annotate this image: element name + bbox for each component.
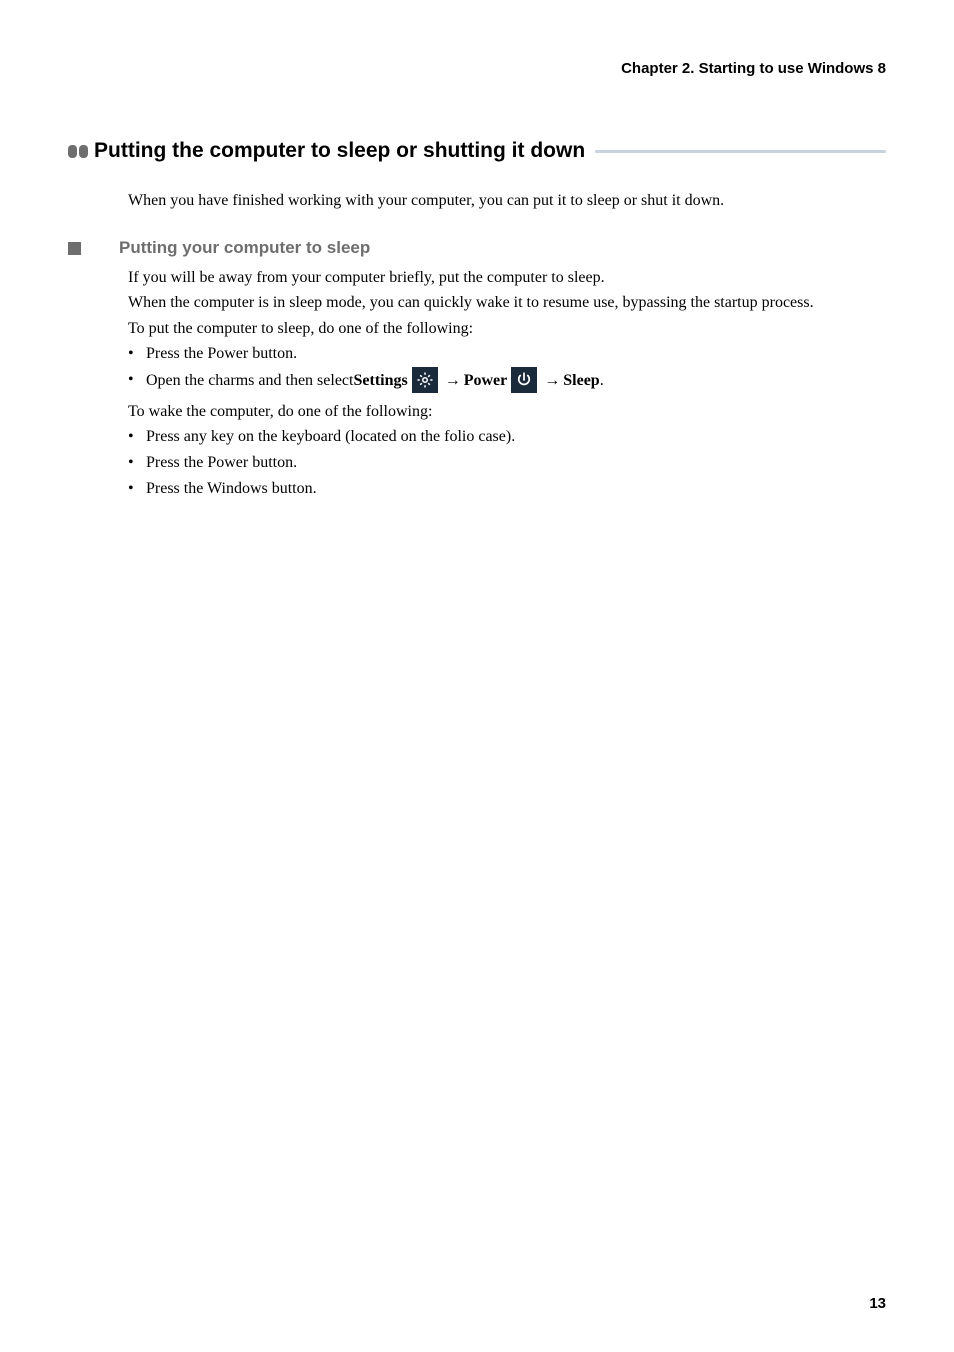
paragraph: To put the computer to sleep, do one of … [128,317,886,340]
list-item: Open the charms and then select Settings… [128,368,886,394]
paragraph: To wake the computer, do one of the foll… [128,400,886,423]
arrow-icon: → [544,369,560,393]
charms-instruction: Open the charms and then select Settings… [146,368,604,394]
settings-label: Settings [353,369,407,393]
section-title-rule [595,150,886,153]
paragraph: When the computer is in sleep mode, you … [128,291,886,314]
bullet-decor-icon [79,145,88,158]
chapter-header: Chapter 2. Starting to use Windows 8 [68,60,886,77]
section-title: Putting the computer to sleep or shuttin… [94,139,585,163]
paragraph: If you will be away from your computer b… [128,266,886,289]
list-item: Press the Power button. [128,451,886,475]
page-number: 13 [869,1295,886,1312]
subsection-bullet-icon [68,242,81,255]
list-item: Press any key on the keyboard (located o… [128,425,886,449]
list-item: Press the Power button. [128,342,886,366]
subsection-row: Putting your computer to sleep [68,238,886,258]
bullet-decor-icon [68,145,77,158]
power-label: Power [464,369,508,393]
arrow-icon: → [445,369,461,393]
intro-paragraph: When you have finished working with your… [128,189,886,212]
wake-bullet-list: Press any key on the keyboard (located o… [128,425,886,501]
settings-gear-icon [412,367,438,393]
list-item: Press the Windows button. [128,477,886,501]
period: . [600,369,604,393]
sleep-label: Sleep [563,369,599,393]
subsection-title: Putting your computer to sleep [119,238,370,258]
section-title-row: Putting the computer to sleep or shuttin… [68,139,886,163]
section-bullet-decor [68,145,88,158]
text-prefix: Open the charms and then select [146,369,353,393]
body-block: If you will be away from your computer b… [128,266,886,501]
power-icon [511,367,537,393]
page: Chapter 2. Starting to use Windows 8 Put… [0,0,954,1352]
sleep-bullet-list: Press the Power button. Open the charms … [128,342,886,394]
